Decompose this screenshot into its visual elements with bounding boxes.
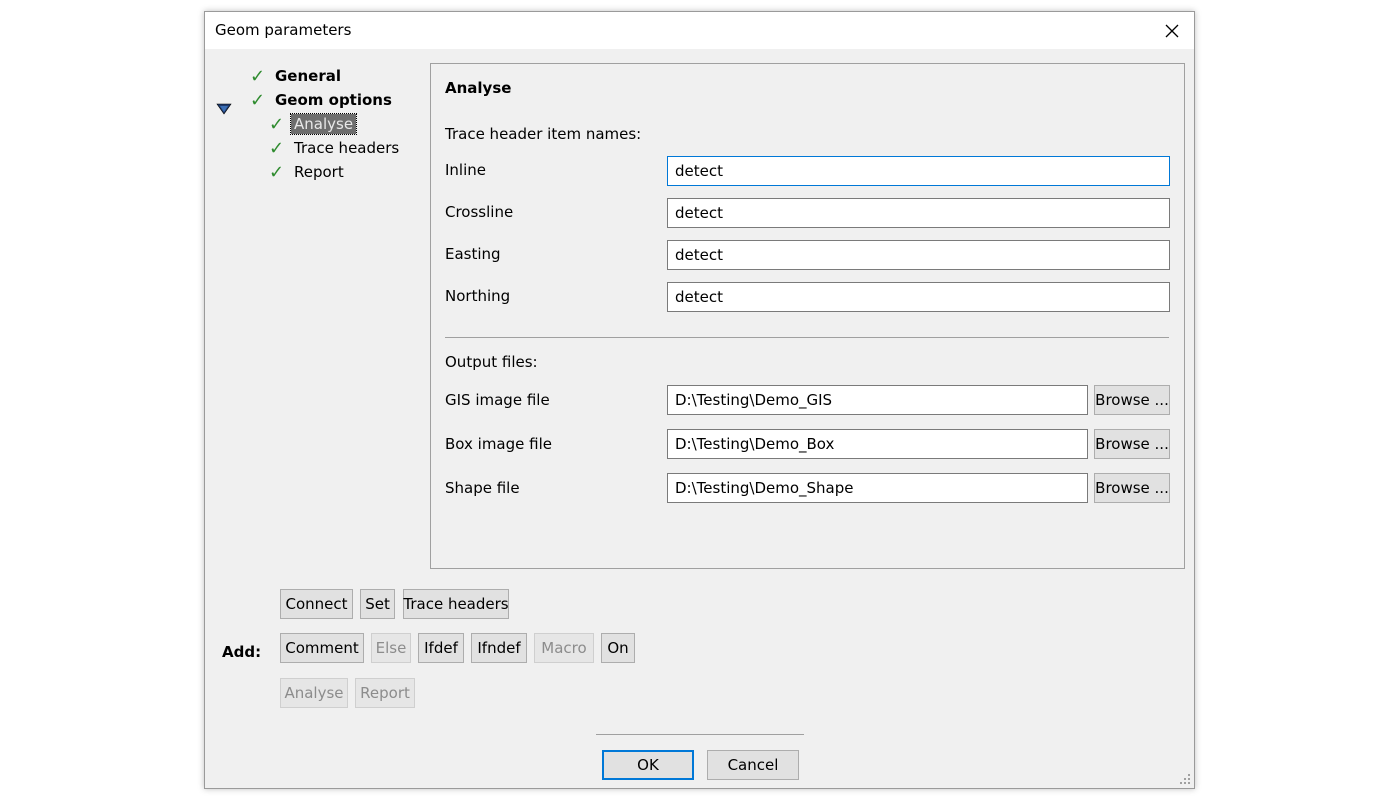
gis-browse-button[interactable]: Browse ... xyxy=(1094,385,1170,415)
tree-item-label: Analyse xyxy=(289,113,358,135)
crossline-label: Crossline xyxy=(445,203,514,221)
checkmark-icon: ✓ xyxy=(250,89,266,111)
tree-item-label: Trace headers xyxy=(294,139,400,157)
add-on-button[interactable]: On xyxy=(601,633,635,663)
add-ifndef-button[interactable]: Ifndef xyxy=(471,633,527,663)
tree-item-general[interactable]: ✓ General xyxy=(250,65,344,87)
tree-item-label: Geom options xyxy=(275,91,392,109)
checkmark-icon: ✓ xyxy=(269,113,285,135)
add-ifdef-button[interactable]: Ifdef xyxy=(418,633,464,663)
add-report-button[interactable]: Report xyxy=(355,678,415,708)
box-image-file-input[interactable] xyxy=(667,429,1088,459)
shape-file-input[interactable] xyxy=(667,473,1088,503)
tree-item-report[interactable]: ✓ Report xyxy=(269,161,347,183)
shape-file-label: Shape file xyxy=(445,479,520,497)
easting-label: Easting xyxy=(445,245,501,263)
box-browse-button[interactable]: Browse ... xyxy=(1094,429,1170,459)
gis-image-file-label: GIS image file xyxy=(445,391,550,409)
close-button[interactable] xyxy=(1150,12,1194,49)
tree-item-label: General xyxy=(275,67,341,85)
tree-item-trace-headers[interactable]: ✓ Trace headers xyxy=(269,137,402,159)
checkmark-icon: ✓ xyxy=(269,161,285,183)
output-section-label: Output files: xyxy=(445,353,538,371)
northing-input[interactable] xyxy=(667,282,1170,312)
add-analyse-button[interactable]: Analyse xyxy=(280,678,348,708)
connect-button[interactable]: Connect xyxy=(280,589,353,619)
add-label: Add: xyxy=(222,643,262,661)
title-bar: Geom parameters xyxy=(205,12,1194,49)
add-macro-button[interactable]: Macro xyxy=(534,633,594,663)
close-icon xyxy=(1165,24,1179,37)
set-button[interactable]: Set xyxy=(360,589,395,619)
crossline-input[interactable] xyxy=(667,198,1170,228)
resize-grip-icon[interactable] xyxy=(1179,773,1191,785)
add-else-button[interactable]: Else xyxy=(371,633,411,663)
checkmark-icon: ✓ xyxy=(269,137,285,159)
footer-divider xyxy=(596,734,804,735)
trace-headers-button[interactable]: Trace headers xyxy=(403,589,509,619)
checkmark-icon: ✓ xyxy=(250,65,266,87)
tree-item-geom-options[interactable]: ✓ Geom options xyxy=(250,89,395,111)
inline-label: Inline xyxy=(445,161,487,179)
analyse-panel: Analyse Trace header item names: Inline … xyxy=(430,63,1185,569)
gis-image-file-input[interactable] xyxy=(667,385,1088,415)
tree-item-analyse[interactable]: ✓ Analyse xyxy=(269,113,358,135)
tree-item-label: Report xyxy=(294,163,344,181)
box-image-file-label: Box image file xyxy=(445,435,552,453)
section-divider xyxy=(445,337,1169,338)
trace-header-section-label: Trace header item names: xyxy=(445,125,642,143)
ok-button[interactable]: OK xyxy=(602,750,694,780)
inline-input[interactable] xyxy=(667,156,1170,186)
northing-label: Northing xyxy=(445,287,511,305)
add-comment-button[interactable]: Comment xyxy=(280,633,364,663)
easting-input[interactable] xyxy=(667,240,1170,270)
cancel-button[interactable]: Cancel xyxy=(707,750,799,780)
shape-browse-button[interactable]: Browse ... xyxy=(1094,473,1170,503)
panel-heading: Analyse xyxy=(445,79,512,97)
expand-triangle-icon[interactable] xyxy=(216,102,232,116)
window-title: Geom parameters xyxy=(215,21,352,39)
geom-parameters-dialog: Geom parameters ✓ General ✓ Geom options… xyxy=(204,11,1195,789)
